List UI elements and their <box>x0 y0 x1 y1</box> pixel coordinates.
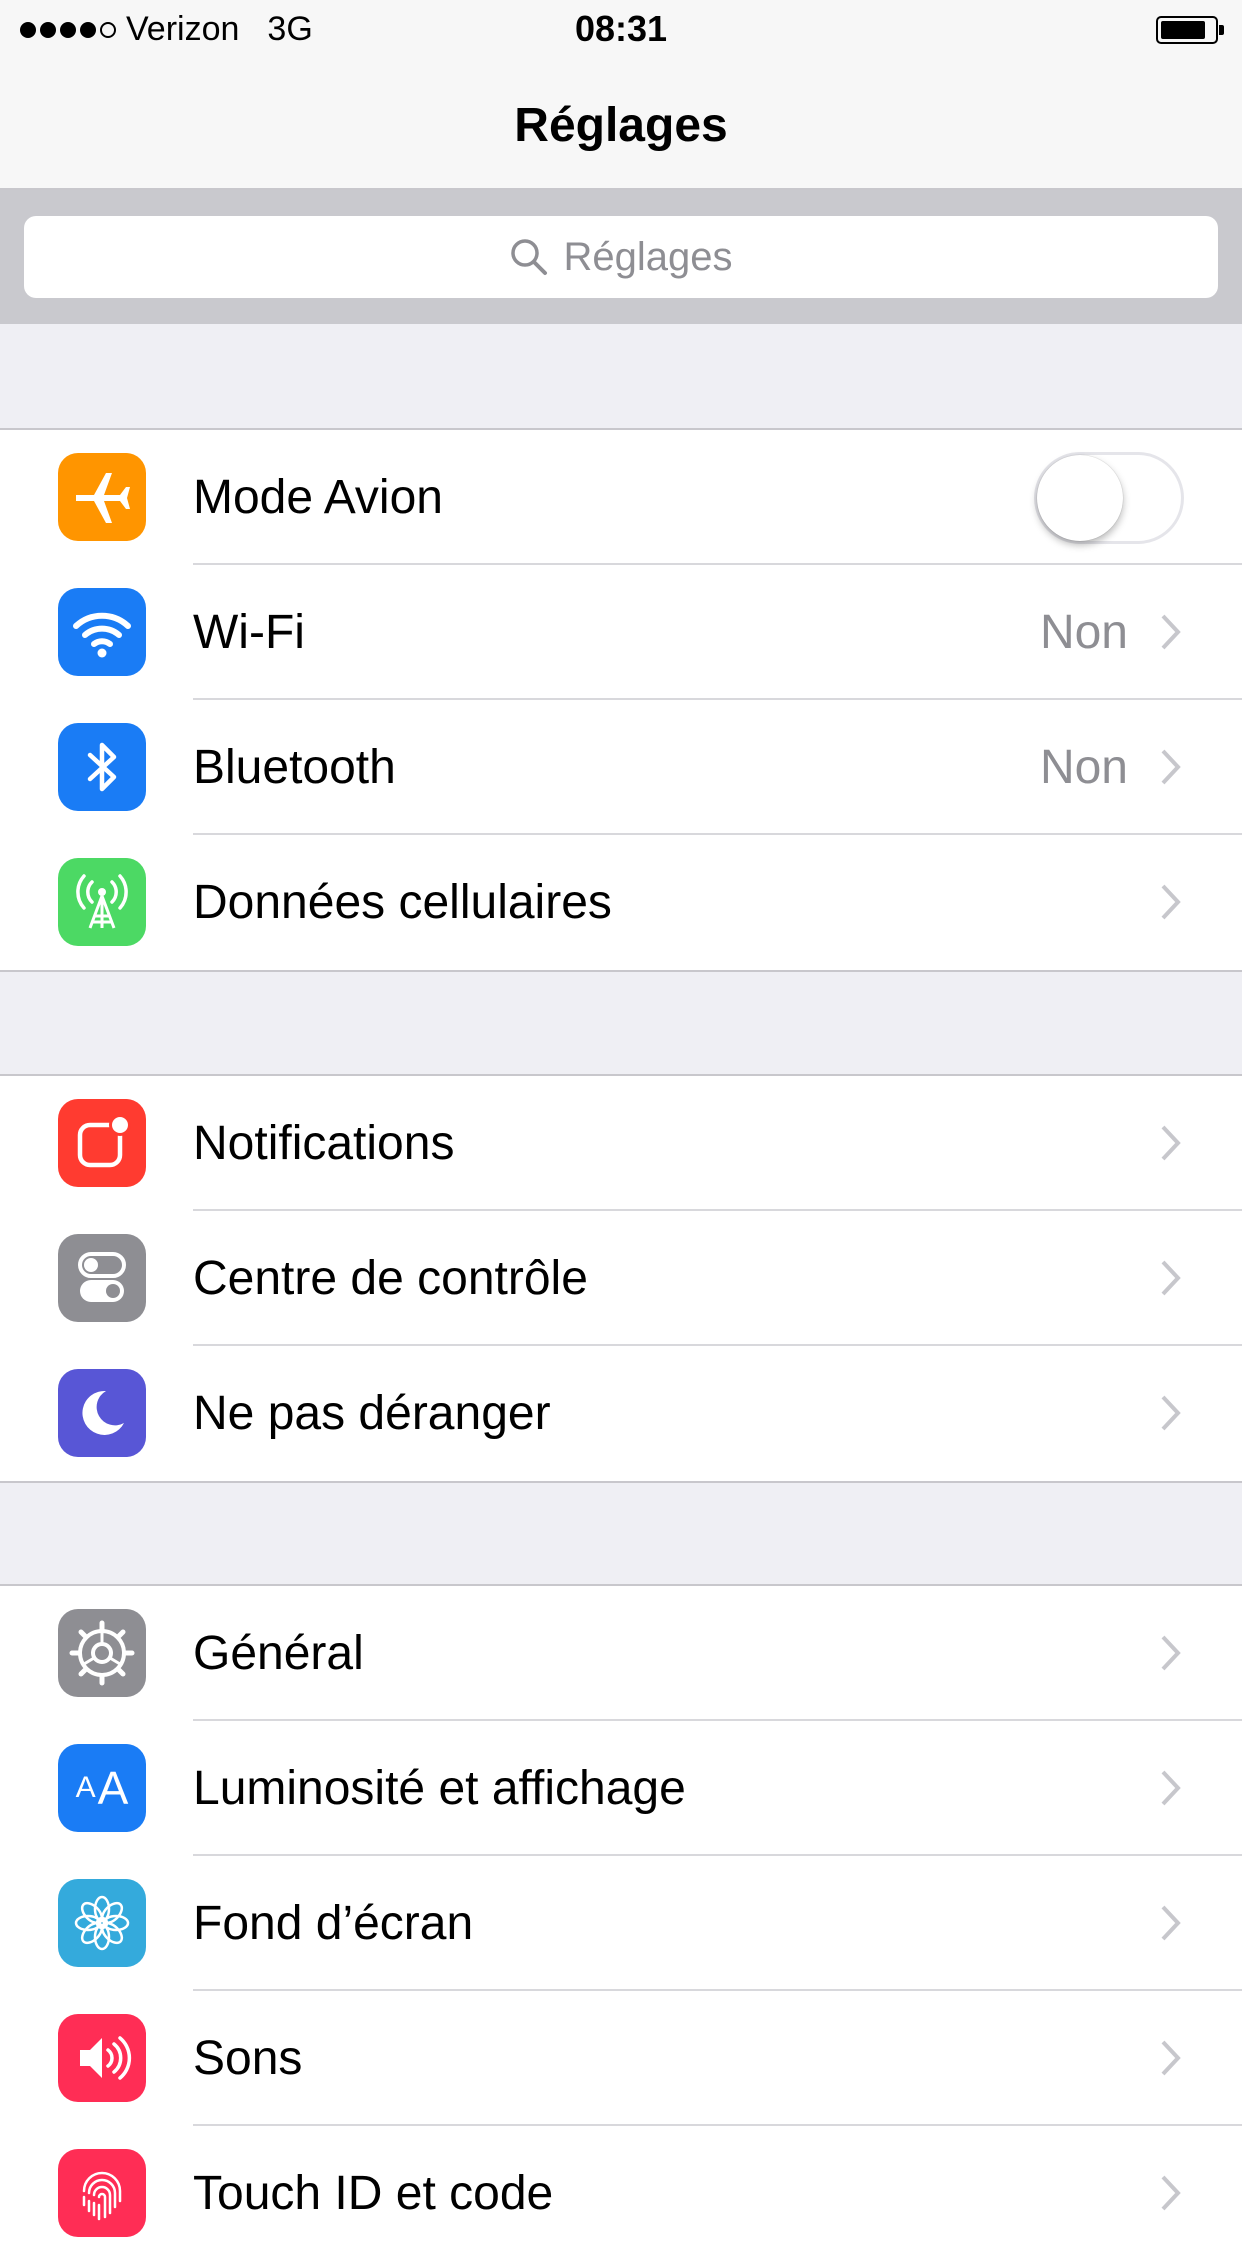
settings-group-general: Général AA Luminosité et affichage Fond … <box>0 1584 1242 2261</box>
row-wifi[interactable]: Wi-Fi Non <box>0 565 1242 700</box>
row-fond-ecran[interactable]: Fond d’écran <box>0 1856 1242 1991</box>
row-mode-avion[interactable]: Mode Avion <box>0 430 1242 565</box>
row-label: Notifications <box>193 1117 455 1170</box>
flower-icon <box>58 1879 146 1967</box>
row-label: Bluetooth <box>193 741 396 794</box>
text-size-icon: AA <box>58 1744 146 1832</box>
row-luminosite[interactable]: AA Luminosité et affichage <box>0 1721 1242 1856</box>
chevron-right-icon <box>1161 749 1181 785</box>
row-donnees-cellulaires[interactable]: Données cellulaires <box>0 835 1242 970</box>
chevron-right-icon <box>1161 2040 1181 2076</box>
row-label: Ne pas déranger <box>193 1387 551 1440</box>
notifications-icon <box>58 1099 146 1187</box>
row-label: Sons <box>193 2032 303 2085</box>
wifi-icon <box>58 588 146 676</box>
chevron-right-icon <box>1161 1905 1181 1941</box>
row-centre-de-controle[interactable]: Centre de contrôle <box>0 1211 1242 1346</box>
row-sons[interactable]: Sons <box>0 1991 1242 2126</box>
status-bar: Verizon 3G 08:31 <box>0 0 1242 60</box>
chevron-right-icon <box>1161 1395 1181 1431</box>
cellular-antenna-icon <box>58 858 146 946</box>
row-label: Centre de contrôle <box>193 1252 588 1305</box>
row-touch-id[interactable]: Touch ID et code <box>0 2126 1242 2261</box>
speaker-icon <box>58 2014 146 2102</box>
search-icon <box>511 239 548 275</box>
row-label: Wi-Fi <box>193 606 305 659</box>
row-label: Luminosité et affichage <box>193 1762 686 1815</box>
row-label: Données cellulaires <box>193 876 612 929</box>
status-time: 08:31 <box>574 8 668 49</box>
row-label: Mode Avion <box>193 471 443 524</box>
navigation-bar: Réglages <box>0 60 1242 190</box>
row-value: Non <box>1039 741 1128 794</box>
row-value: Non <box>1039 606 1128 659</box>
search-placeholder: Réglages <box>563 234 733 279</box>
icon-large-a: A <box>97 1762 129 1814</box>
chevron-right-icon <box>1161 884 1181 920</box>
settings-group-connectivity: Mode Avion Wi-Fi Non Bluetooth Non Donné… <box>0 428 1242 972</box>
row-ne-pas-deranger[interactable]: Ne pas déranger <box>0 1346 1242 1481</box>
page-title: Réglages <box>514 99 728 152</box>
chevron-right-icon <box>1161 1770 1181 1806</box>
chevron-right-icon <box>1161 1635 1181 1671</box>
airplane-mode-toggle[interactable] <box>1034 452 1184 544</box>
gear-icon <box>58 1609 146 1697</box>
row-notifications[interactable]: Notifications <box>0 1076 1242 1211</box>
settings-group-notifications: Notifications Centre de contrôle Ne pas … <box>0 1074 1242 1483</box>
row-general[interactable]: Général <box>0 1586 1242 1721</box>
airplane-icon <box>58 453 146 541</box>
search-input[interactable]: Réglages <box>24 216 1218 298</box>
row-label: Général <box>193 1627 364 1680</box>
battery-icon <box>1156 16 1224 44</box>
chevron-right-icon <box>1161 2175 1181 2211</box>
row-label: Touch ID et code <box>193 2167 554 2220</box>
moon-icon <box>58 1369 146 1457</box>
icon-small-a: A <box>75 1771 96 1804</box>
fingerprint-icon <box>58 2149 146 2237</box>
row-label: Fond d’écran <box>193 1897 474 1950</box>
search-bar: Réglages <box>0 190 1242 324</box>
bluetooth-icon <box>58 723 146 811</box>
chevron-right-icon <box>1161 1260 1181 1296</box>
control-center-icon <box>58 1234 146 1322</box>
chevron-right-icon <box>1161 614 1181 650</box>
row-bluetooth[interactable]: Bluetooth Non <box>0 700 1242 835</box>
chevron-right-icon <box>1161 1125 1181 1161</box>
